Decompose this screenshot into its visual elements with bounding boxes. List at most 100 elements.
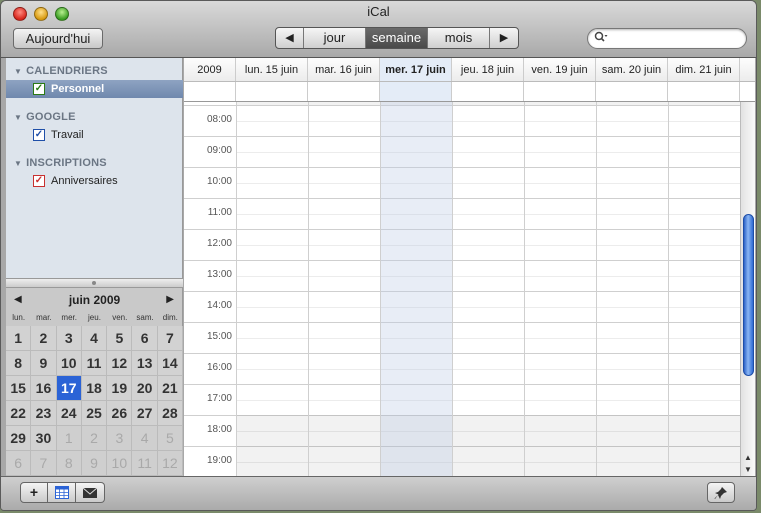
hour-grid[interactable]: 08:00 09:00 10:00 11:00 12:00 13:00 14:00 15:00… (184, 102, 740, 476)
mini-day-cell[interactable]: 22 (6, 401, 32, 426)
mini-day-cell[interactable]: 4 (81, 326, 108, 351)
view-month-button[interactable]: mois (428, 28, 490, 48)
day-column[interactable] (524, 102, 596, 476)
vertical-scrollbar[interactable]: ▲ ▼ (740, 102, 755, 476)
mini-day-cell[interactable]: 24 (56, 401, 82, 426)
notifications-button[interactable] (76, 482, 105, 503)
sidebar-splitter[interactable] (6, 278, 183, 288)
calendar-item-anniversaires[interactable]: ✓ Anniversaires (6, 172, 183, 190)
day-column-header[interactable]: dim. 21 juin (668, 58, 740, 81)
mini-day-cell[interactable]: 10 (107, 451, 133, 476)
day-column-header[interactable]: lun. 15 juin (236, 58, 308, 81)
mini-day-cell[interactable]: 27 (132, 401, 158, 426)
window-title: iCal (367, 4, 390, 19)
mini-day-cell[interactable]: 12 (157, 451, 184, 476)
calendar-label: Personnel (51, 83, 105, 95)
mini-day-cell[interactable]: 6 (132, 326, 158, 351)
mini-day-cell[interactable]: 7 (31, 451, 57, 476)
mini-day-cell[interactable]: 11 (81, 351, 108, 376)
splitter-handle-icon[interactable] (92, 281, 96, 285)
calendar-item-personnel[interactable]: ✓ Personnel (6, 80, 183, 98)
mini-day-cell[interactable]: 26 (107, 401, 133, 426)
day-column[interactable] (668, 102, 740, 476)
all-day-cell[interactable] (236, 82, 308, 101)
all-day-cell[interactable] (668, 82, 740, 101)
mini-day-cell[interactable]: 16 (31, 376, 57, 401)
day-column-header[interactable]: sam. 20 juin (596, 58, 668, 81)
section-calendriers[interactable]: ▼ CALENDRIERS (14, 65, 108, 77)
all-day-cell[interactable] (308, 82, 380, 101)
day-column-header[interactable]: mar. 16 juin (308, 58, 380, 81)
mini-day-cell[interactable]: 1 (56, 426, 82, 451)
previous-arrow-icon[interactable]: ◀ (276, 28, 304, 48)
mini-day-cell[interactable]: 4 (132, 426, 158, 451)
mini-day-cell[interactable]: 11 (132, 451, 158, 476)
view-day-button[interactable]: jour (304, 28, 366, 48)
mini-day-cell[interactable]: 14 (157, 351, 184, 376)
mini-day-cell[interactable]: 19 (107, 376, 133, 401)
mini-day-cell[interactable]: 17 (56, 376, 82, 401)
mini-day-cell[interactable]: 5 (157, 426, 184, 451)
mini-day-cell[interactable]: 3 (56, 326, 82, 351)
checkbox-anniversaires[interactable]: ✓ (33, 175, 45, 187)
all-day-cell[interactable] (596, 82, 668, 101)
mini-day-cell[interactable]: 23 (31, 401, 57, 426)
next-arrow-icon[interactable]: ▶ (490, 28, 518, 48)
day-column[interactable] (236, 102, 308, 476)
all-day-cell[interactable] (380, 82, 452, 101)
day-column-header[interactable]: mer. 17 juin (380, 58, 452, 81)
mini-day-cell[interactable]: 28 (157, 401, 184, 426)
mini-day-cell[interactable]: 2 (81, 426, 108, 451)
section-google[interactable]: ▼ GOOGLE (14, 111, 76, 123)
mini-day-cell[interactable]: 8 (56, 451, 82, 476)
all-day-cell[interactable] (524, 82, 596, 101)
search-field[interactable] (587, 28, 747, 49)
today-button[interactable]: Aujourd'hui (13, 28, 103, 49)
scroll-up-arrow-icon[interactable]: ▲ (741, 452, 755, 464)
disclosure-triangle-icon[interactable]: ▼ (14, 113, 22, 122)
mini-day-cell[interactable]: 30 (31, 426, 57, 451)
checkbox-travail[interactable]: ✓ (33, 129, 45, 141)
mini-day-cell[interactable]: 15 (6, 376, 32, 401)
all-day-row[interactable] (184, 82, 755, 102)
mini-day-cell[interactable]: 3 (107, 426, 133, 451)
mini-day-cell[interactable]: 20 (132, 376, 158, 401)
mail-icon (82, 487, 98, 498)
disclosure-triangle-icon[interactable]: ▼ (14, 67, 22, 76)
day-column[interactable] (308, 102, 380, 476)
mini-day-cell[interactable]: 12 (107, 351, 133, 376)
mini-day-cell[interactable]: 6 (6, 451, 32, 476)
mini-day-cell[interactable]: 13 (132, 351, 158, 376)
scroll-down-arrow-icon[interactable]: ▼ (741, 464, 755, 476)
mini-day-cell[interactable]: 1 (6, 326, 32, 351)
day-column[interactable] (380, 102, 452, 476)
mini-day-cell[interactable]: 10 (56, 351, 82, 376)
day-column-header[interactable]: jeu. 18 juin (452, 58, 524, 81)
day-column[interactable] (596, 102, 668, 476)
search-input[interactable] (612, 31, 740, 46)
disclosure-triangle-icon[interactable]: ▼ (14, 159, 22, 168)
mini-day-cell[interactable]: 9 (31, 351, 57, 376)
show-minicalendar-button[interactable] (48, 482, 76, 503)
day-column-header[interactable]: ven. 19 juin (524, 58, 596, 81)
mini-day-cell[interactable]: 7 (157, 326, 184, 351)
hour-label: 13:00 (206, 269, 232, 280)
mini-day-cell[interactable]: 25 (81, 401, 108, 426)
mini-day-cell[interactable]: 8 (6, 351, 32, 376)
all-day-cell[interactable] (452, 82, 524, 101)
pin-button[interactable] (707, 482, 735, 503)
mini-day-cell[interactable]: 9 (81, 451, 108, 476)
view-week-button[interactable]: semaine (366, 28, 428, 48)
checkbox-personnel[interactable]: ✓ (33, 83, 45, 95)
mini-day-cell[interactable]: 29 (6, 426, 32, 451)
section-inscriptions[interactable]: ▼ INSCRIPTIONS (14, 157, 107, 169)
scrollbar-thumb[interactable] (743, 214, 754, 376)
mini-next-month-icon[interactable]: ▶ (166, 294, 174, 305)
mini-day-cell[interactable]: 18 (81, 376, 108, 401)
mini-day-cell[interactable]: 2 (31, 326, 57, 351)
calendar-item-travail[interactable]: ✓ Travail (6, 126, 183, 144)
mini-day-cell[interactable]: 5 (107, 326, 133, 351)
day-column[interactable] (452, 102, 524, 476)
add-calendar-button[interactable]: + (20, 482, 48, 503)
mini-day-cell[interactable]: 21 (157, 376, 184, 401)
